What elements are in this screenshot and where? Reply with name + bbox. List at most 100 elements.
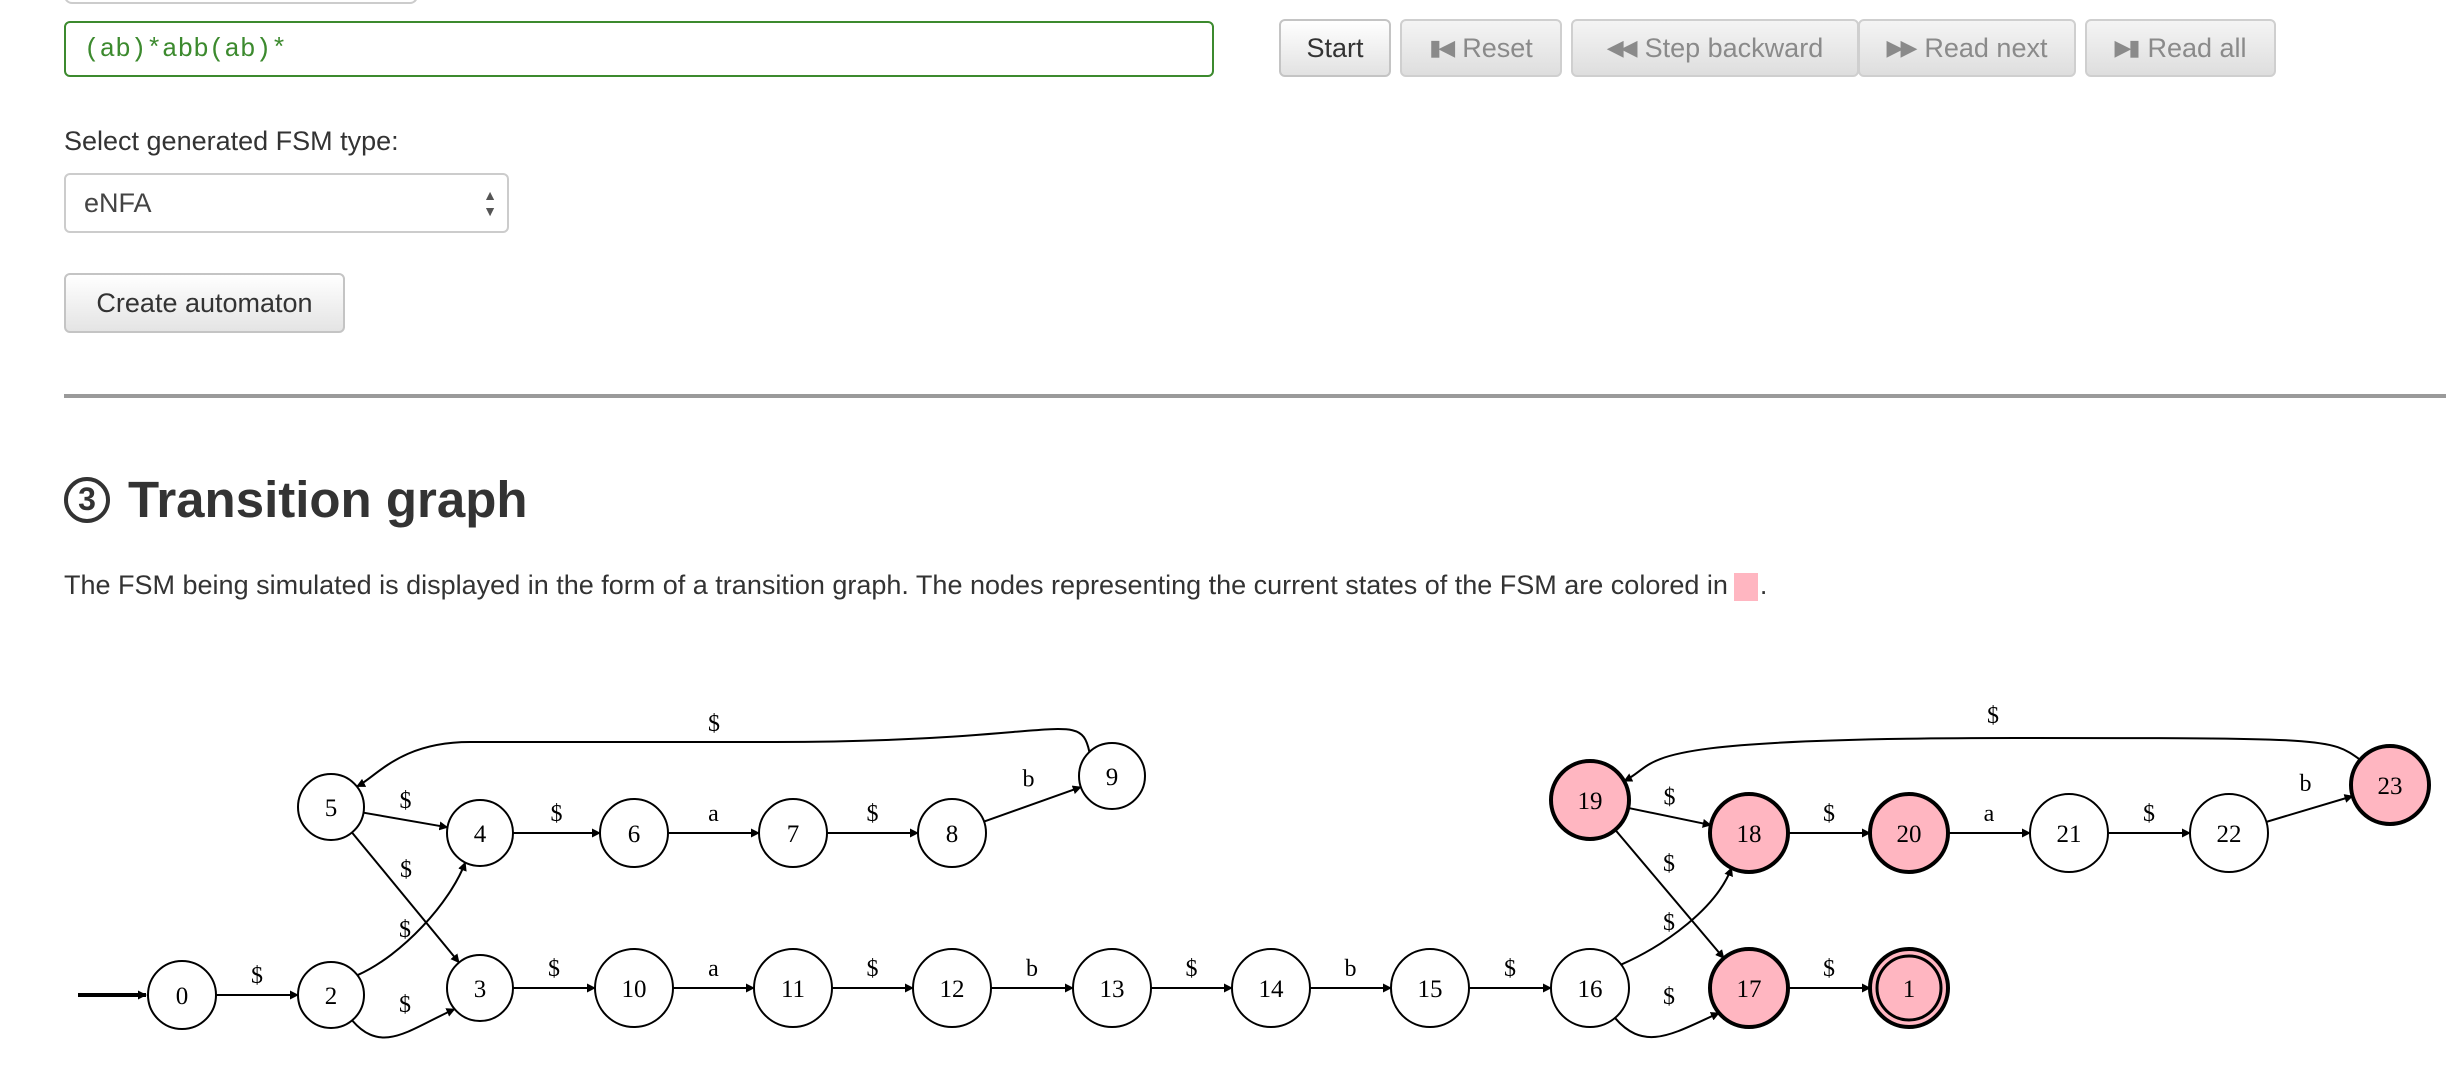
state-label: 20: [1897, 821, 1922, 848]
state-node-19: 19: [1549, 759, 1631, 841]
state-label: 2: [325, 983, 338, 1010]
state-label: 15: [1418, 976, 1443, 1003]
edge-label: $: [548, 956, 560, 982]
edge-label: $: [1186, 956, 1198, 982]
edge-17-1: $: [1788, 956, 1871, 993]
state-label: 6: [628, 821, 641, 848]
edge-label: a: [708, 956, 719, 982]
state-label: 11: [781, 976, 805, 1003]
edge-14-15: b: [1310, 956, 1392, 993]
edge-22-23: b: [2266, 771, 2354, 823]
state-node-9: 9: [1078, 742, 1146, 810]
edge-16-17: $: [1614, 984, 1720, 1039]
edge-2-3: $: [351, 992, 456, 1039]
state-label: 8: [946, 821, 959, 848]
edge-5-4: $: [363, 788, 449, 831]
edge-line: [2266, 794, 2354, 823]
edge-13-14: $: [1151, 956, 1233, 993]
state-label: 5: [325, 795, 338, 822]
edge-label: b: [2300, 771, 2312, 797]
edge-label: $: [1504, 956, 1516, 982]
state-node-5: 5: [297, 773, 365, 841]
state-label: 22: [2217, 821, 2242, 848]
state-node-12: 12: [912, 948, 992, 1028]
edge-line: [1623, 736, 2361, 782]
edge-label: $: [1663, 851, 1675, 877]
edge-label: $: [551, 801, 563, 827]
edge-label: a: [708, 801, 719, 827]
state-node-1: 1: [1868, 947, 1950, 1029]
state-node-17: 17: [1708, 947, 1790, 1029]
state-node-7: 7: [758, 798, 828, 868]
state-label: 13: [1100, 976, 1125, 1003]
edge-3-10: $: [513, 956, 596, 993]
state-label: 19: [1578, 788, 1603, 815]
edge-20-21: a: [1948, 801, 2031, 838]
state-label: 3: [474, 976, 487, 1003]
edge-12-13: b: [991, 956, 1074, 993]
state-node-4: 4: [446, 799, 514, 867]
state-node-6: 6: [599, 798, 669, 868]
state-node-23: 23: [2349, 744, 2431, 826]
edge-label: b: [1026, 956, 1038, 982]
edge-label: $: [1823, 801, 1835, 827]
state-label: 1: [1903, 976, 1916, 1003]
state-label: 4: [474, 821, 487, 848]
edge-4-6: $: [513, 801, 601, 838]
edge-label: $: [1663, 910, 1675, 936]
state-label: 0: [176, 983, 189, 1010]
edge-label: $: [399, 992, 411, 1018]
state-node-0: 0: [147, 960, 217, 1030]
state-label: 7: [787, 821, 800, 848]
edge-8-9: b: [983, 766, 1082, 823]
state-label: 12: [940, 976, 965, 1003]
edge-19-17: $: [1614, 829, 1725, 959]
edge-label: $: [1664, 785, 1676, 811]
state-node-3: 3: [446, 954, 514, 1022]
edge-label: $: [2143, 801, 2155, 827]
edge-label: $: [251, 963, 263, 989]
edge-19-18: $: [1627, 785, 1712, 828]
edge-label: $: [867, 801, 879, 827]
edge-label: $: [1987, 703, 1999, 729]
edge-0-2: $: [216, 963, 299, 1000]
state-node-13: 13: [1072, 948, 1152, 1028]
edge-label: $: [1663, 984, 1675, 1010]
edge-label: $: [708, 711, 720, 737]
state-node-22: 22: [2189, 793, 2269, 873]
edge-line: [1614, 1012, 1720, 1039]
state-label: 9: [1106, 764, 1119, 791]
edge-label: $: [1823, 956, 1835, 982]
edge-label: b: [1345, 956, 1357, 982]
state-label: 14: [1259, 976, 1285, 1003]
state-label: 17: [1737, 976, 1762, 1003]
state-label: 23: [2378, 773, 2403, 800]
edge-23-19: $: [1623, 703, 2361, 782]
state-label: 21: [2057, 821, 2082, 848]
edge-label: $: [867, 956, 879, 982]
edge-11-12: $: [832, 956, 914, 993]
edge-label: b: [1022, 766, 1034, 792]
edge-line: [1614, 829, 1725, 959]
state-label: 18: [1737, 821, 1762, 848]
state-node-14: 14: [1231, 948, 1311, 1028]
state-node-18: 18: [1708, 792, 1790, 874]
state-node-21: 21: [2029, 793, 2109, 873]
state-node-8: 8: [917, 798, 987, 868]
edge-10-11: a: [673, 956, 755, 993]
edge-6-7: a: [668, 801, 760, 838]
state-node-15: 15: [1390, 948, 1470, 1028]
state-node-11: 11: [753, 948, 833, 1028]
edge-18-20: $: [1788, 801, 1871, 838]
edge-7-8: $: [827, 801, 919, 838]
edge-15-16: $: [1469, 956, 1552, 993]
state-node-2: 2: [297, 961, 365, 1029]
edge-line: [363, 811, 449, 831]
edge-label: $: [400, 788, 412, 814]
state-node-20: 20: [1868, 792, 1950, 874]
edge-9-5: $: [356, 711, 1091, 788]
edge-16-18: $: [1620, 867, 1733, 966]
edge-label: $: [399, 917, 411, 943]
transition-graph: $ $ $ $ $ $ a $ b $ $ a $ b $ b $ $ $ $ $ $ a $ b $ $ 0 2 5 4 6 7 8 9 3 10 1…: [78, 703, 2431, 1039]
edge-line: [1620, 867, 1733, 966]
